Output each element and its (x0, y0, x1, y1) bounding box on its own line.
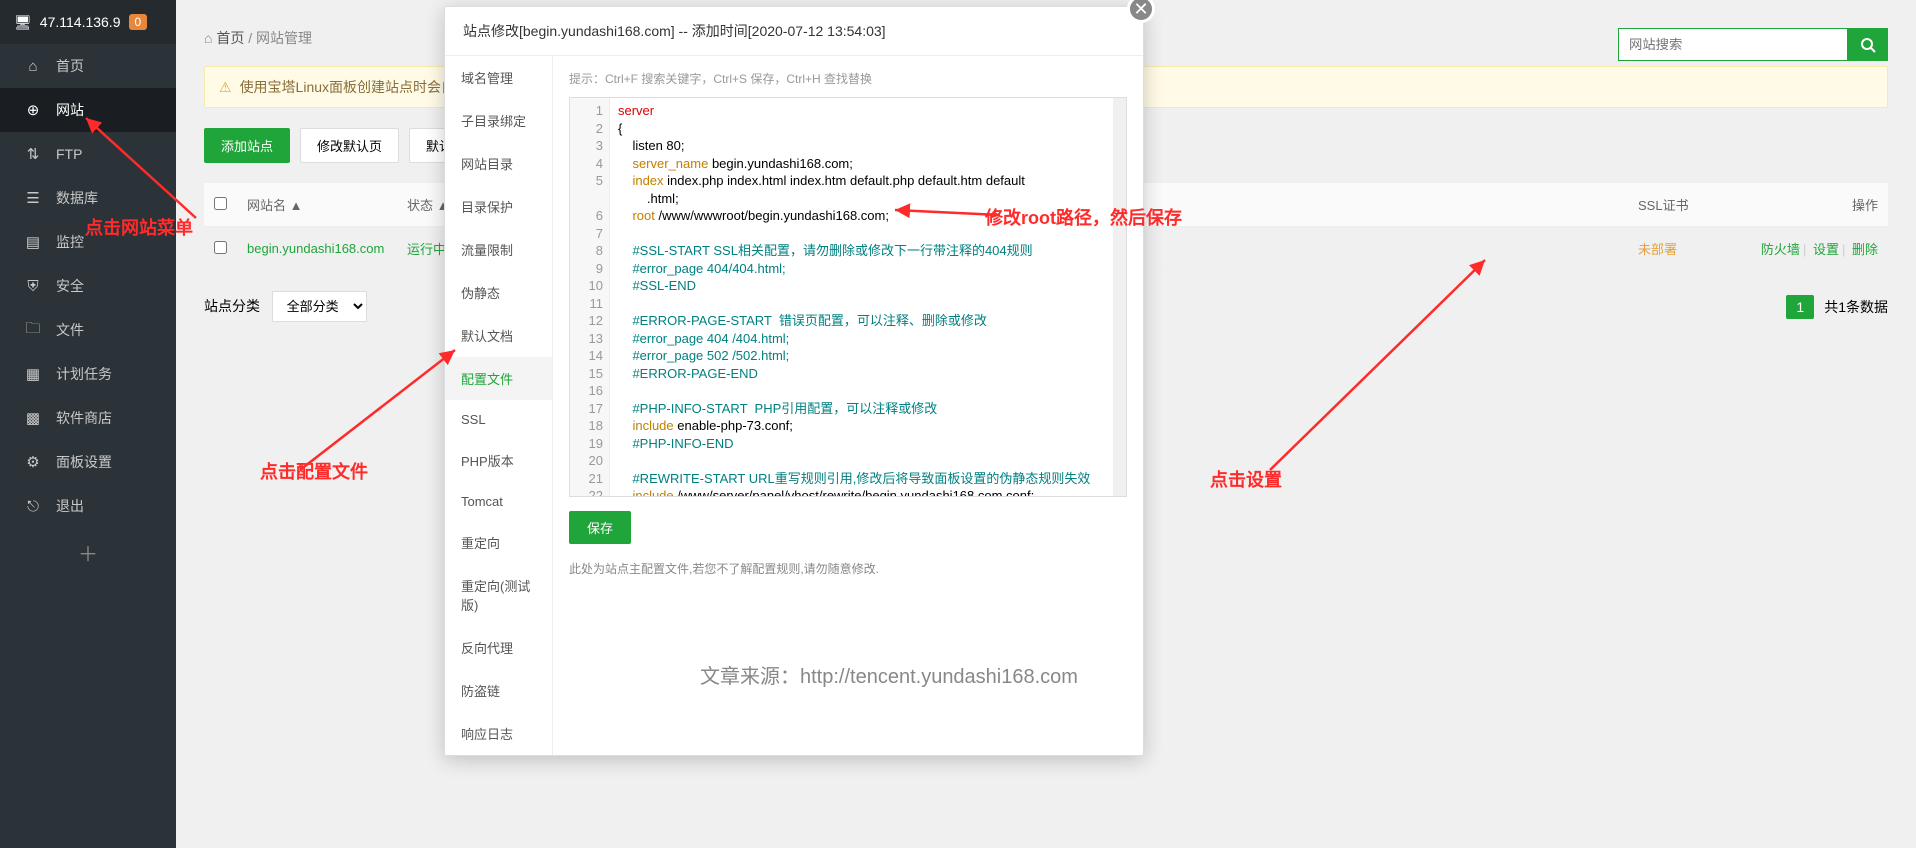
menu-panel[interactable]: ⚙面板设置 (0, 440, 176, 484)
tab-conf[interactable]: 配置文件 (445, 357, 552, 400)
tab-dir[interactable]: 网站目录 (445, 142, 552, 185)
db-icon: ☰ (24, 189, 42, 207)
tab-domain[interactable]: 域名管理 (445, 56, 552, 99)
tab-redirect2[interactable]: 重定向(测试版) (445, 564, 552, 626)
menu-monitor[interactable]: ▤监控 (0, 220, 176, 264)
menu-ftp[interactable]: ⇅FTP (0, 132, 176, 176)
globe-icon: ⊕ (24, 101, 42, 119)
op-delete[interactable]: 删除 (1852, 242, 1878, 257)
col-name[interactable]: 网站名 ▲ (237, 183, 397, 227)
modal-pane: 提示：Ctrl+F 搜索关键字，Ctrl+S 保存，Ctrl+H 查找替换 1 … (553, 56, 1143, 755)
op-settings[interactable]: 设置 (1813, 242, 1839, 257)
row-checkbox[interactable] (214, 241, 227, 254)
tab-limit[interactable]: 流量限制 (445, 228, 552, 271)
menu-cron[interactable]: ▦计划任务 (0, 352, 176, 396)
crumb-home[interactable]: 首页 (216, 30, 244, 46)
calendar-icon: ▦ (24, 365, 42, 383)
col-ssl: SSL证书 (1628, 183, 1738, 227)
tab-sub[interactable]: 子目录绑定 (445, 99, 552, 142)
menu-soft[interactable]: ▩软件商店 (0, 396, 176, 440)
select-all-checkbox[interactable] (214, 197, 227, 210)
save-button[interactable]: 保存 (569, 511, 631, 544)
add-site-button[interactable]: 添加站点 (204, 128, 290, 163)
tab-log[interactable]: 响应日志 (445, 712, 552, 755)
op-firewall[interactable]: 防火墙 (1761, 242, 1800, 257)
tab-php[interactable]: PHP版本 (445, 439, 552, 482)
menu-security[interactable]: ⛨安全 (0, 264, 176, 308)
editor-tip: 提示：Ctrl+F 搜索关键字，Ctrl+S 保存，Ctrl+H 查找替换 (569, 70, 1127, 87)
server-ip: 47.114.136.9 (40, 14, 121, 30)
editor-gutter: 1 2 3 4 5 6 7 8 9 10 11 12 13 14 15 16 1… (570, 98, 610, 496)
editor-note: 此处为站点主配置文件,若您不了解配置规则,请勿随意修改. (569, 560, 1127, 577)
menu-files[interactable]: 🗀文件 (0, 308, 176, 352)
sidebar-header: 🖥 47.114.136.9 0 (0, 0, 176, 44)
shield-icon: ⛨ (24, 278, 42, 295)
pager: 1 共1条数据 (1786, 295, 1888, 319)
home-icon: ⌂ (24, 58, 42, 75)
home-icon: ⌂ (204, 30, 212, 46)
server-icon: 🖥 (14, 14, 32, 31)
site-edit-modal: ✕ 站点修改[begin.yundashi168.com] -- 添加时间[20… (444, 6, 1144, 756)
alert-text: 使用宝塔Linux面板创建站点时会自动 (240, 77, 469, 97)
close-icon: ✕ (1133, 0, 1148, 20)
grid-icon: ▩ (24, 409, 42, 427)
ssl-status[interactable]: 未部署 (1638, 242, 1677, 257)
page-current[interactable]: 1 (1786, 295, 1814, 319)
main-menu: ⌂首页 ⊕网站 ⇅FTP ☰数据库 ▤监控 ⛨安全 🗀文件 ▦计划任务 ▩软件商… (0, 44, 176, 528)
search-button[interactable] (1848, 28, 1888, 61)
tab-tomcat[interactable]: Tomcat (445, 482, 552, 521)
modal-tabs: 域名管理 子目录绑定 网站目录 目录保护 流量限制 伪静态 默认文档 配置文件 … (445, 56, 553, 755)
gear-icon: ⚙ (24, 453, 42, 471)
modal-title: 站点修改[begin.yundashi168.com] -- 添加时间[2020… (445, 7, 1143, 55)
menu-db[interactable]: ☰数据库 (0, 176, 176, 220)
add-menu-button[interactable]: ＋ (0, 528, 176, 577)
tab-proxy[interactable]: 反向代理 (445, 626, 552, 669)
search-wrap (1618, 28, 1888, 61)
sidebar: 🖥 47.114.136.9 0 ⌂首页 ⊕网站 ⇅FTP ☰数据库 ▤监控 ⛨… (0, 0, 176, 848)
crumb-current: 网站管理 (256, 30, 312, 46)
menu-site[interactable]: ⊕网站 (0, 88, 176, 132)
monitor-icon: ▤ (24, 233, 42, 251)
page-total: 共1条数据 (1824, 297, 1888, 317)
tab-protect[interactable]: 目录保护 (445, 185, 552, 228)
ftp-icon: ⇅ (24, 145, 42, 163)
filter-select[interactable]: 全部分类 (272, 291, 367, 322)
filter-label: 站点分类 (204, 298, 260, 314)
menu-logout[interactable]: ⎋退出 (0, 484, 176, 528)
search-input[interactable] (1618, 28, 1848, 61)
tab-redirect[interactable]: 重定向 (445, 521, 552, 564)
tab-antisteal[interactable]: 防盗链 (445, 669, 552, 712)
search-icon (1860, 37, 1876, 53)
warning-icon: ⚠ (219, 79, 232, 96)
site-link[interactable]: begin.yundashi168.com (247, 241, 384, 256)
default-page-button[interactable]: 修改默认页 (300, 128, 399, 163)
editor-scrollbar[interactable] (1113, 98, 1126, 496)
notif-badge[interactable]: 0 (129, 14, 148, 30)
tab-default[interactable]: 默认文档 (445, 314, 552, 357)
menu-home[interactable]: ⌂首页 (0, 44, 176, 88)
tab-rewrite[interactable]: 伪静态 (445, 271, 552, 314)
editor-code[interactable]: server { listen 80; server_name begin.yu… (610, 98, 1126, 496)
config-editor[interactable]: 1 2 3 4 5 6 7 8 9 10 11 12 13 14 15 16 1… (569, 97, 1127, 497)
logout-icon: ⎋ (24, 498, 42, 515)
col-ops: 操作 (1738, 183, 1888, 227)
folder-icon: 🗀 (24, 318, 42, 343)
tab-ssl[interactable]: SSL (445, 400, 552, 439)
